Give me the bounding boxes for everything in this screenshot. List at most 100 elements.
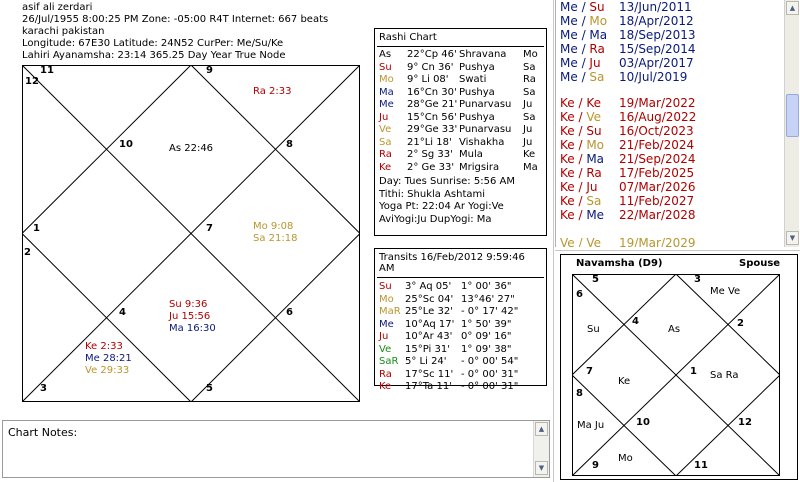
rashi-position: 22°Cp 46'	[407, 49, 457, 60]
dasha-minor: Me	[586, 208, 605, 222]
rashi-position: 21°Li 18'	[407, 136, 452, 148]
rashi-nakshatra: Swati	[459, 74, 487, 85]
transit-position: 17°Ta 11'	[405, 381, 452, 392]
dasha-date: 07/Mar/2026	[619, 180, 696, 194]
rashi-position: 2° Sg 33'	[407, 149, 453, 160]
dasha-row[interactable]: Me / Ma 18/Sep/2013	[560, 28, 696, 42]
dasha-row[interactable]: Me / Mo 18/Apr/2012	[560, 14, 694, 28]
rashi-nakshatra: Pushya	[459, 111, 495, 123]
rashi-nakshatra: Mula	[459, 149, 483, 160]
dasha-minor: Ve	[586, 236, 602, 247]
dasha-list[interactable]: Me / Su 13/Jun/2011 Me / Mo 18/Apr/2012 Me /…	[555, 0, 784, 247]
transit-position: 10°Ar 43'	[405, 331, 453, 342]
dasha-major: Ke	[560, 166, 575, 180]
transit-row: Mo 25°Sc 04' 13°46' 27"	[375, 294, 546, 307]
rashi-yoga: Yoga Pt: 22:04 Ar Yogi:Ve	[379, 201, 504, 212]
rashi-position: 9° Cn 36'	[407, 61, 454, 73]
dasha-date: 18/Apr/2012	[619, 14, 694, 28]
dasha-major: Me	[560, 70, 578, 84]
nav-house-5-number: 5	[592, 274, 599, 285]
rashi-rows: As 22°Cp 46' Shravana Mo Su 9° Cn 36' Pushya Sa…	[375, 47, 546, 174]
transit-speed: - 0° 00' 31"	[461, 381, 519, 392]
navamsha-diamond-chart[interactable]: 5 6 3 4 2 7 1 8 10 12 9 11 Me Ve Su As K…	[572, 274, 780, 476]
dasha-minor: Ra	[589, 42, 605, 56]
dasha-date: 21/Feb/2024	[619, 138, 695, 152]
planet-ju: Ju 15:56	[169, 311, 211, 322]
transit-speed: - 0° 00' 54"	[461, 356, 519, 367]
nav-planets-h9: Mo	[618, 453, 633, 464]
dasha-minor: Sa	[586, 194, 602, 208]
dasha-separator: /	[577, 42, 590, 56]
dasha-separator: /	[577, 14, 590, 28]
rashi-row: Ve 29°Ge 33' Punarvasu Ju	[375, 124, 546, 137]
house-12-number: 12	[25, 76, 39, 87]
dasha-row[interactable]: Ke / Ve 16/Aug/2022	[560, 110, 696, 124]
dasha-minor: Mo	[589, 14, 608, 28]
transit-row: Ju 10°Ar 43' 0° 09' 16"	[375, 331, 546, 344]
dasha-row[interactable]: Ke / Su 16/Oct/2023	[560, 124, 694, 138]
rashi-lord: Mo	[523, 49, 538, 60]
nav-house-1-number: 1	[690, 366, 697, 377]
nav-house-2-number: 2	[737, 318, 744, 329]
house-11-number: 11	[40, 65, 54, 76]
rashi-lord: Ra	[523, 74, 536, 85]
dasha-date: 13/Jun/2011	[619, 0, 692, 14]
dasha-date: 15/Sep/2014	[619, 42, 696, 56]
planet-ve: Ve 29:33	[85, 365, 130, 376]
dasha-row[interactable]: Ke / Ra 17/Feb/2025	[560, 166, 694, 180]
notes-scrollbar[interactable]: ▲ ▼	[533, 421, 549, 477]
transit-planet: Me	[379, 318, 394, 330]
dasha-date: 17/Feb/2025	[619, 166, 695, 180]
dasha-row[interactable]: Ve / Ve 19/Mar/2029	[560, 236, 696, 247]
dasha-row[interactable]: Me / Ra 15/Sep/2014	[560, 42, 696, 56]
dasha-row[interactable]: Ke / Mo 21/Feb/2024	[560, 138, 694, 152]
native-name: asif ali zerdari	[22, 2, 93, 13]
dasha-major: Me	[560, 56, 578, 70]
down-arrow-icon[interactable]: ▼	[786, 231, 799, 245]
nav-planets-h3: Me Ve	[710, 286, 741, 297]
dasha-major: Ke	[560, 208, 575, 222]
notes-up-arrow-icon[interactable]: ▲	[535, 422, 548, 436]
nav-house-12-number: 12	[738, 417, 752, 428]
dasha-row[interactable]: Ke / Ma 21/Sep/2024	[560, 152, 696, 166]
transit-row: Ve 15°Pi 31' 1° 09' 38"	[375, 344, 546, 357]
dasha-minor: Sa	[589, 70, 605, 84]
dasha-row[interactable]: Ke / Ke 19/Mar/2022	[560, 96, 696, 110]
dasha-minor: Su	[586, 124, 602, 138]
dasha-major: Ke	[560, 96, 575, 110]
rashi-diamond-chart[interactable]: 11 12 9 10 8 1 7 2 4 6 3 5 Ra 2:33 As 22…	[22, 65, 360, 402]
dasha-row[interactable]: Ke / Sa 11/Feb/2027	[560, 194, 694, 208]
vertical-divider	[553, 0, 554, 482]
dasha-date: 21/Sep/2024	[619, 152, 696, 166]
rashi-row: Ma 16°Cn 30' Pushya Sa	[375, 87, 546, 100]
planet-mo: Mo 9:08	[253, 221, 294, 232]
transits-panel-title: Transits 16/Feb/2012 9:59:46 AM	[379, 252, 525, 274]
transit-position: 3° Aq 05'	[405, 281, 452, 292]
notes-down-arrow-icon[interactable]: ▼	[535, 461, 548, 475]
up-arrow-icon[interactable]: ▲	[786, 1, 799, 15]
chart-notes[interactable]: Chart Notes: ▲ ▼	[2, 420, 550, 478]
dasha-scrollbar[interactable]: ▲ ▼	[784, 0, 799, 247]
dasha-row[interactable]: Me / Su 13/Jun/2011	[560, 0, 692, 14]
rashi-panel-title: Rashi Chart	[379, 32, 437, 43]
dasha-separator: /	[574, 110, 587, 124]
dasha-row[interactable]: Ke / Me 22/Mar/2028	[560, 208, 696, 222]
transit-speed: - 0° 17' 42"	[461, 306, 519, 317]
nav-planets-h8: Ma Ju	[577, 420, 605, 431]
coordinates: Longitude: 67E30 Latitude: 24N52 CurPer:…	[22, 38, 284, 49]
birth-place: karachi pakistan	[22, 26, 105, 37]
birth-datetime: 26/Jul/1955 8:00:25 PM Zone: -05:00 R4T …	[22, 14, 329, 25]
rashi-row: Ra 2° Sg 33' Mula Ke	[375, 149, 546, 162]
transit-planet: Su	[379, 281, 392, 292]
rashi-planet: Me	[379, 99, 394, 110]
transit-row: Su 3° Aq 05' 1° 00' 36"	[375, 281, 546, 294]
scroll-thumb[interactable]	[786, 94, 799, 137]
dasha-row[interactable]: Me / Sa 10/Jul/2019	[560, 70, 687, 84]
nav-house-4-number: 4	[632, 316, 639, 327]
rashi-lord: Sa	[523, 61, 536, 73]
house-9-number: 9	[206, 65, 213, 76]
dasha-row[interactable]: Me / Ju 03/Apr/2017	[560, 56, 694, 70]
nav-planets-h1: Sa Ra	[710, 370, 739, 381]
dasha-row[interactable]: Ke / Ju 07/Mar/2026	[560, 180, 696, 194]
transit-speed: 1° 00' 36"	[461, 281, 512, 292]
